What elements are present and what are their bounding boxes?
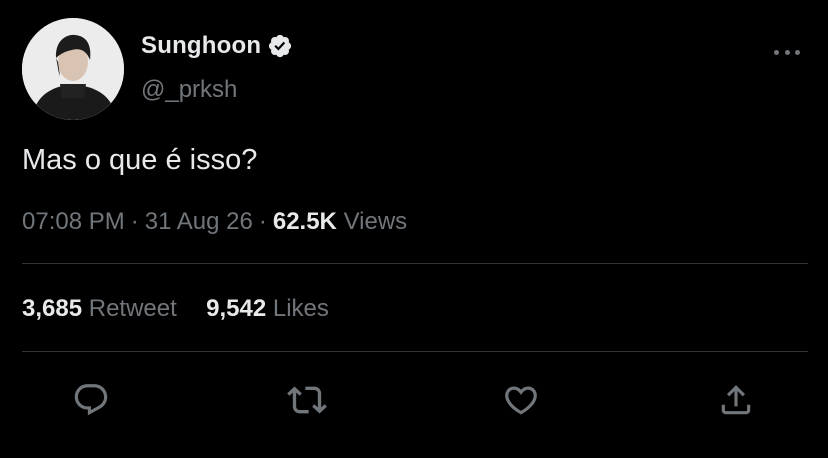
divider — [22, 263, 808, 264]
avatar[interactable] — [22, 18, 124, 120]
reply-icon[interactable] — [71, 380, 111, 420]
retweet-icon[interactable] — [287, 380, 327, 420]
divider — [22, 351, 808, 352]
retweet-count[interactable]: 3,685 — [22, 295, 82, 322]
verified-badge-icon — [267, 33, 293, 59]
heart-icon[interactable] — [501, 380, 541, 420]
author-name-row: Sunghoon — [141, 30, 293, 62]
tweet-date[interactable]: 31 Aug 26 — [145, 208, 253, 235]
meta-separator: · — [130, 208, 139, 235]
tweet-time[interactable]: 07:08 PM — [22, 208, 125, 235]
views-count[interactable]: 62.5K — [273, 208, 337, 235]
likes-count[interactable]: 9,542 — [206, 295, 266, 322]
retweet-label[interactable]: Retweet — [89, 295, 177, 322]
tweet-meta: 07:08 PM · 31 Aug 26 · 62.5K Views — [22, 208, 407, 236]
share-icon[interactable] — [716, 380, 756, 420]
meta-separator: · — [258, 208, 267, 235]
views-label: Views — [343, 208, 408, 235]
display-name[interactable]: Sunghoon — [141, 32, 261, 60]
more-icon[interactable] — [774, 44, 800, 60]
tweet-text: Mas o que é isso? — [22, 144, 258, 176]
author-handle[interactable]: @_prksh — [141, 76, 237, 104]
avatar-image — [22, 18, 124, 120]
likes-label[interactable]: Likes — [273, 295, 329, 322]
tweet-stats: 3,685 Retweet 9,542 Likes — [22, 295, 329, 323]
